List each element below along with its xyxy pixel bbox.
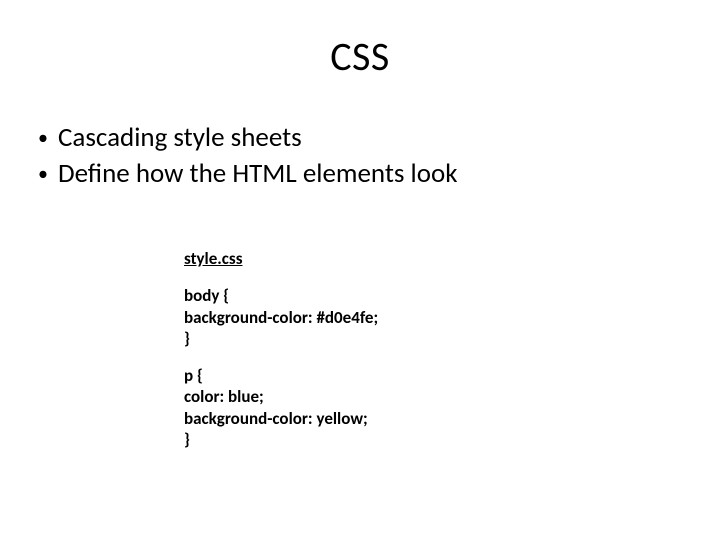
list-item: • Cascading style sheets <box>38 120 458 156</box>
code-group: body { background-color: #d0e4fe; } <box>184 285 378 349</box>
code-line: background-color: #d0e4fe; <box>184 307 378 328</box>
code-example: style.css body { background-color: #d0e4… <box>184 248 378 466</box>
bullet-text: Define how the HTML elements look <box>58 156 458 192</box>
code-line: } <box>184 328 378 349</box>
bullet-icon: • <box>38 156 58 192</box>
slide: CSS • Cascading style sheets • Define ho… <box>0 0 720 540</box>
bullet-text: Cascading style sheets <box>58 120 302 156</box>
bullet-list: • Cascading style sheets • Define how th… <box>38 120 458 193</box>
code-line: background-color: yellow; <box>184 408 378 429</box>
code-group: p { color: blue; background-color: yello… <box>184 365 378 450</box>
bullet-icon: • <box>38 120 58 156</box>
code-filename: style.css <box>184 248 378 269</box>
slide-title: CSS <box>0 32 720 81</box>
code-line: p { <box>184 365 378 386</box>
code-line: body { <box>184 285 378 306</box>
list-item: • Define how the HTML elements look <box>38 156 458 192</box>
code-line: } <box>184 429 378 450</box>
code-line: color: blue; <box>184 386 378 407</box>
